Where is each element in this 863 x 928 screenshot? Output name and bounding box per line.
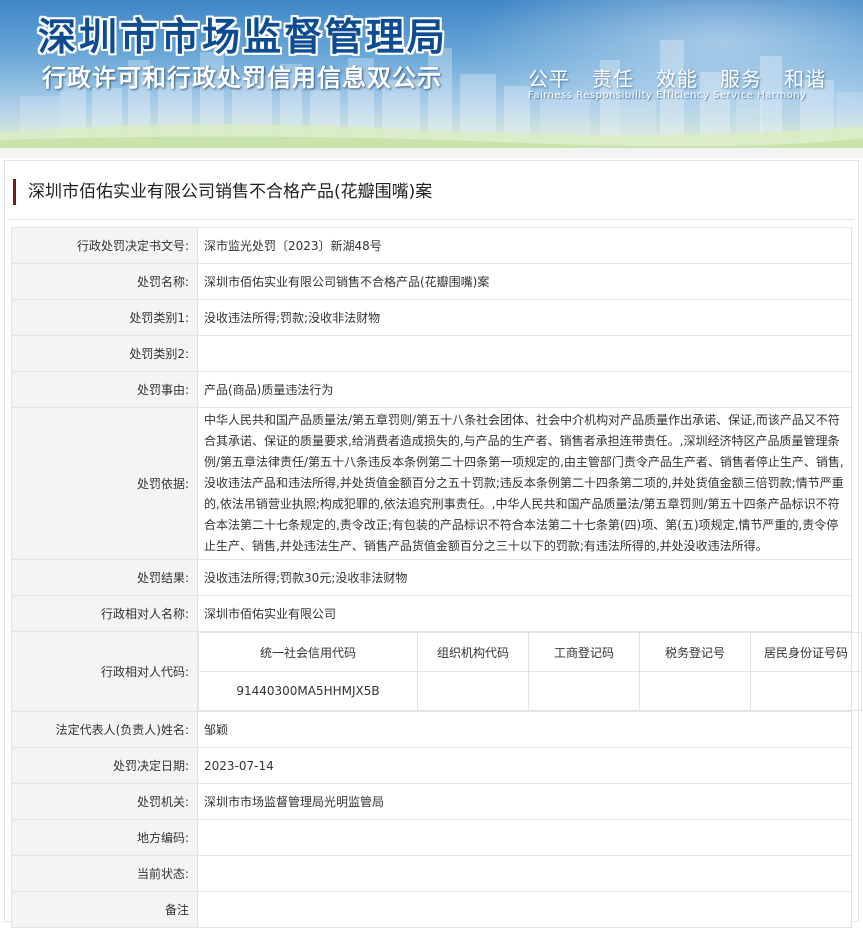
column-header: 统一社会信用代码 bbox=[198, 632, 418, 672]
table-row: 备注 bbox=[11, 891, 852, 928]
slogan-word: 责任 bbox=[592, 67, 634, 91]
slogan-word: 效能 bbox=[656, 67, 698, 91]
decision-doc-number: 深市监光处罚〔2023〕新湖48号 bbox=[197, 227, 852, 264]
party-code-value-row: 91440300MA5HHMJX5B bbox=[198, 671, 862, 711]
penalty-reason: 产品(商品)质量违法行为 bbox=[197, 371, 852, 408]
table-row: 处罚决定日期: 2023-07-14 bbox=[11, 747, 852, 784]
tax-reg-value bbox=[639, 671, 751, 711]
header-divider-band bbox=[0, 148, 863, 158]
penalty-category-1: 没收违法所得;罚款;没收非法财物 bbox=[197, 299, 852, 336]
field-label: 处罚结果: bbox=[11, 559, 198, 596]
field-label: 地方编码: bbox=[11, 819, 198, 856]
column-header: 组织机构代码 bbox=[417, 632, 529, 672]
region-code bbox=[197, 819, 852, 856]
penalty-basis: 中华人民共和国产品质量法/第五章罚则/第五十八条社会团体、社会中介机构对产品质量… bbox=[197, 407, 852, 560]
table-row: 处罚类别1: 没收违法所得;罚款;没收非法财物 bbox=[11, 299, 852, 336]
field-label: 当前状态: bbox=[11, 855, 198, 892]
column-header: 工商登记码 bbox=[528, 632, 640, 672]
case-detail-panel: 深圳市佰佑实业有限公司销售不合格产品(花瓣围嘴)案 行政处罚决定书文号: 深市监… bbox=[4, 160, 862, 928]
remark bbox=[197, 891, 852, 928]
table-row: 处罚名称: 深圳市佰佑实业有限公司销售不合格产品(花瓣围嘴)案 bbox=[11, 263, 852, 300]
table-row: 行政处罚决定书文号: 深市监光处罚〔2023〕新湖48号 bbox=[11, 227, 852, 264]
penalty-result: 没收违法所得;罚款30元;没收非法财物 bbox=[197, 559, 852, 596]
title-divider bbox=[9, 219, 854, 220]
field-label: 行政相对人代码: bbox=[11, 631, 198, 712]
business-reg-value bbox=[528, 671, 640, 711]
banner-slogan: 公平 责任 效能 服务 和谐 bbox=[528, 63, 848, 92]
slogan-word: 公平 bbox=[528, 67, 570, 91]
legal-representative: 邹颖 bbox=[197, 711, 852, 748]
decision-date: 2023-07-14 bbox=[197, 747, 852, 784]
field-label: 法定代表人(负责人)姓名: bbox=[11, 711, 198, 748]
table-row: 行政相对人代码: 统一社会信用代码 组织机构代码 工商登记码 税务登记号 居民身… bbox=[11, 631, 862, 712]
table-row: 处罚事由: 产品(商品)质量违法行为 bbox=[11, 371, 852, 408]
table-row: 当前状态: bbox=[11, 855, 852, 892]
column-header: 居民身份证号码 bbox=[750, 632, 862, 672]
table-row: 处罚机关: 深圳市市场监督管理局光明监管局 bbox=[11, 783, 852, 820]
slogan-word: 服务 bbox=[720, 67, 762, 91]
table-row: 处罚结果: 没收违法所得;罚款30元;没收非法财物 bbox=[11, 559, 852, 596]
current-status bbox=[197, 855, 852, 892]
field-label: 备注 bbox=[11, 891, 198, 928]
banner-subtitle: 行政许可和行政处罚信用信息双公示 bbox=[42, 64, 442, 92]
table-row: 处罚类别2: bbox=[11, 335, 852, 372]
penalty-name: 深圳市佰佑实业有限公司销售不合格产品(花瓣围嘴)案 bbox=[197, 263, 852, 300]
party-code-header-row: 统一社会信用代码 组织机构代码 工商登记码 税务登记号 居民身份证号码 bbox=[198, 632, 862, 672]
field-label: 处罚机关: bbox=[11, 783, 198, 820]
slogan-word: 和谐 bbox=[784, 67, 826, 91]
credit-code-value: 91440300MA5HHMJX5B bbox=[198, 671, 418, 711]
field-label: 处罚事由: bbox=[11, 371, 198, 408]
case-info-table: 行政处罚决定书文号: 深市监光处罚〔2023〕新湖48号 处罚名称: 深圳市佰佑… bbox=[11, 227, 862, 928]
table-row: 法定代表人(负责人)姓名: 邹颖 bbox=[11, 711, 852, 748]
table-row: 处罚依据: 中华人民共和国产品质量法/第五章罚则/第五十八条社会团体、社会中介机… bbox=[11, 407, 852, 560]
banner-title: 深圳市市场监督管理局 bbox=[38, 14, 449, 59]
column-header: 税务登记号 bbox=[639, 632, 751, 672]
header-banner: 深圳市市场监督管理局 行政许可和行政处罚信用信息双公示 公平 责任 效能 服务 和谐 F… bbox=[0, 0, 863, 148]
page-title: 深圳市佰佑实业有限公司销售不合格产品(花瓣围嘴)案 bbox=[13, 179, 432, 205]
field-label: 处罚类别2: bbox=[11, 335, 198, 372]
field-label: 行政相对人名称: bbox=[11, 595, 198, 632]
table-row: 地方编码: bbox=[11, 819, 852, 856]
field-label: 处罚名称: bbox=[11, 263, 198, 300]
party-name: 深圳市佰佑实业有限公司 bbox=[197, 595, 852, 632]
field-label: 处罚依据: bbox=[11, 407, 198, 560]
id-number-value bbox=[750, 671, 862, 711]
penalty-authority: 深圳市市场监督管理局光明监管局 bbox=[197, 783, 852, 820]
org-code-value bbox=[417, 671, 529, 711]
penalty-category-2 bbox=[197, 335, 852, 372]
table-row: 行政相对人名称: 深圳市佰佑实业有限公司 bbox=[11, 595, 852, 632]
field-label: 行政处罚决定书文号: bbox=[11, 227, 198, 264]
banner-slogan-english: Fairness Responsibility Efficiency Servi… bbox=[528, 90, 807, 101]
field-label: 处罚决定日期: bbox=[11, 747, 198, 784]
field-label: 处罚类别1: bbox=[11, 299, 198, 336]
party-code-cell: 统一社会信用代码 组织机构代码 工商登记码 税务登记号 居民身份证号码 9144… bbox=[197, 631, 862, 712]
party-code-table: 统一社会信用代码 组织机构代码 工商登记码 税务登记号 居民身份证号码 9144… bbox=[198, 632, 862, 711]
